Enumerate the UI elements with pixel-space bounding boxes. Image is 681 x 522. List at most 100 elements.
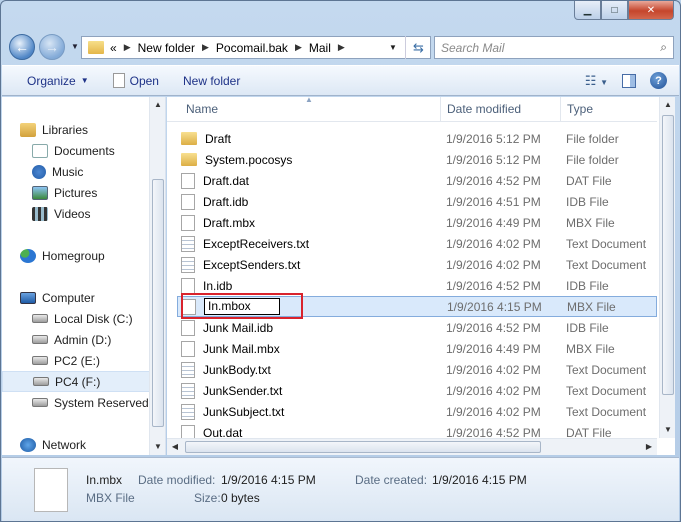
breadcrumb: « ▶ New folder ▶ Pocomail.bak ▶ Mail ▶ — [110, 41, 352, 55]
file-type: Text Document — [566, 236, 647, 251]
file-row[interactable]: Draft 1/9/2016 5:12 PM File folder — [177, 128, 657, 149]
window-controls: ▁ □ ✕ — [574, 1, 674, 20]
column-divider[interactable] — [440, 97, 441, 122]
file-type: Text Document — [566, 404, 647, 419]
sidebar-item[interactable]: Admin (D:) — [2, 329, 150, 350]
chevron-right-icon[interactable]: ▶ — [338, 42, 345, 53]
column-divider[interactable] — [560, 97, 561, 122]
file-icon — [181, 319, 195, 336]
minimize-icon: ▁ — [583, 4, 592, 16]
chevron-right-icon[interactable]: ▶ — [202, 42, 209, 53]
address-bar[interactable]: « ▶ New folder ▶ Pocomail.bak ▶ Mail ▶ ▼ — [81, 36, 431, 59]
files-scroll-thumb[interactable] — [662, 115, 674, 395]
help-icon[interactable]: ? — [650, 72, 667, 89]
file-date-modified: 1/9/2016 4:02 PM — [446, 383, 541, 398]
scroll-up-icon[interactable]: ▲ — [660, 97, 676, 113]
breadcrumb-overflow[interactable]: « — [110, 41, 117, 55]
file-date-modified: 1/9/2016 4:02 PM — [446, 257, 541, 272]
nav-scroll-thumb[interactable] — [152, 179, 164, 427]
chevron-right-icon[interactable]: ▶ — [124, 42, 131, 53]
sidebar-item[interactable]: PC2 (E:) — [2, 350, 150, 371]
sidebar-item-label: Network — [42, 437, 87, 452]
column-header-type[interactable]: Type — [567, 102, 593, 116]
sidebar-item[interactable]: System Reserved — [2, 392, 150, 413]
sidebar-item[interactable]: Music — [2, 161, 150, 182]
file-row[interactable]: Junk Mail.idb 1/9/2016 4:52 PM IDB File — [177, 317, 657, 338]
nav-vertical-scrollbar[interactable]: ▲ ▼ — [149, 97, 165, 455]
file-row[interactable]: JunkBody.txt 1/9/2016 4:02 PM Text Documen… — [177, 359, 657, 380]
sidebar-item-label: Videos — [54, 206, 91, 221]
scroll-left-icon[interactable]: ◀ — [167, 439, 183, 455]
preview-pane-icon[interactable] — [622, 73, 636, 88]
scroll-right-icon[interactable]: ▶ — [641, 439, 657, 455]
file-icon — [181, 277, 195, 294]
open-button[interactable]: Open — [101, 73, 171, 88]
sidebar-item[interactable]: Computer — [2, 287, 150, 308]
search-input[interactable]: Search Mail ⌕ — [434, 36, 674, 59]
column-header-name[interactable]: Name — [186, 102, 218, 116]
search-icon[interactable]: ⌕ — [660, 40, 667, 55]
chevron-right-icon[interactable]: ▶ — [295, 42, 302, 53]
sidebar-item[interactable]: Network — [2, 434, 150, 455]
file-type: IDB File — [566, 278, 609, 293]
new-folder-button[interactable]: New folder — [171, 74, 252, 88]
file-row[interactable]: Junk Mail.mbx 1/9/2016 4:49 PM MBX File — [177, 338, 657, 359]
drive-icon — [33, 377, 49, 386]
file-row[interactable]: JunkSender.txt 1/9/2016 4:02 PM Text Docum… — [177, 380, 657, 401]
sidebar-item[interactable]: Homegroup — [2, 245, 150, 266]
files-hscroll-thumb[interactable] — [185, 441, 541, 453]
file-name: Junk Mail.idb — [203, 320, 274, 335]
back-button[interactable]: ← — [9, 34, 35, 60]
file-row[interactable]: System.pocosys 1/9/2016 5:12 PM File folde… — [177, 149, 657, 170]
files-vertical-scrollbar[interactable]: ▲ ▼ — [659, 97, 675, 438]
scroll-up-icon[interactable]: ▲ — [150, 97, 166, 113]
files-horizontal-scrollbar[interactable]: ◀ ▶ — [167, 438, 657, 455]
homegroup-icon — [20, 248, 36, 263]
forward-button[interactable]: → — [39, 34, 65, 60]
file-type: MBX File — [567, 299, 616, 314]
sidebar-item[interactable]: Documents — [2, 140, 150, 161]
file-row[interactable]: ExceptSenders.txt 1/9/2016 4:02 PM Text Do… — [177, 254, 657, 275]
address-bar-row: ← → ▼ « ▶ New folder ▶ Pocomail.bak ▶ Ma… — [9, 34, 674, 60]
details-size-label: Size: — [194, 491, 221, 505]
sidebar-item[interactable]: Libraries — [2, 119, 150, 140]
address-dropdown-icon[interactable]: ▼ — [384, 43, 402, 52]
file-row[interactable]: Draft.dat 1/9/2016 4:52 PM DAT File — [177, 170, 657, 191]
file-row[interactable]: Draft.idb 1/9/2016 4:51 PM IDB File — [177, 191, 657, 212]
file-name: JunkSubject.txt — [203, 404, 285, 419]
refresh-button[interactable]: ⇆ — [405, 36, 431, 59]
file-name: System.pocosys — [205, 152, 293, 167]
maximize-button[interactable]: □ — [601, 1, 628, 20]
sidebar-item[interactable]: Local Disk (C:) — [2, 308, 150, 329]
view-options-button[interactable]: ☷ ▼ — [585, 73, 608, 89]
text-file-icon — [181, 403, 195, 420]
file-date-modified: 1/9/2016 4:49 PM — [446, 215, 541, 230]
breadcrumb-mail[interactable]: Mail — [309, 41, 331, 55]
organize-button[interactable]: Organize ▼ — [2, 74, 101, 88]
details-filename: In.mbx — [86, 473, 123, 487]
recent-pages-dropdown-icon[interactable]: ▼ — [71, 42, 79, 51]
file-name: ExceptSenders.txt — [203, 257, 301, 272]
column-header-date-modified[interactable]: Date modified — [447, 102, 521, 116]
details-created-value: 1/9/2016 4:15 PM — [432, 473, 527, 487]
sidebar-item-label: Local Disk (C:) — [54, 311, 133, 326]
details-modified-value: 1/9/2016 4:15 PM — [221, 473, 316, 487]
scroll-down-icon[interactable]: ▼ — [150, 439, 166, 455]
close-button[interactable]: ✕ — [628, 1, 674, 20]
file-row[interactable]: Draft.mbx 1/9/2016 4:49 PM MBX File — [177, 212, 657, 233]
scroll-down-icon[interactable]: ▼ — [660, 422, 676, 438]
breadcrumb-new-folder[interactable]: New folder — [138, 41, 195, 55]
file-type: DAT File — [566, 173, 612, 188]
file-row[interactable]: ExceptReceivers.txt 1/9/2016 4:02 PM Text … — [177, 233, 657, 254]
sidebar-item-label: Computer — [42, 290, 95, 305]
forward-arrow-icon: → — [45, 39, 59, 55]
file-name: ExceptReceivers.txt — [203, 236, 310, 251]
details-filetype: MBX File — [86, 491, 135, 505]
breadcrumb-pocomail-bak[interactable]: Pocomail.bak — [216, 41, 288, 55]
sidebar-item[interactable]: Videos — [2, 203, 150, 224]
chevron-down-icon: ▼ — [80, 76, 89, 85]
sidebar-item[interactable]: Pictures — [2, 182, 150, 203]
sidebar-item[interactable]: PC4 (F:) — [2, 371, 150, 392]
file-row[interactable]: JunkSubject.txt 1/9/2016 4:02 PM Text Docu… — [177, 401, 657, 422]
minimize-button[interactable]: ▁ — [574, 1, 601, 20]
